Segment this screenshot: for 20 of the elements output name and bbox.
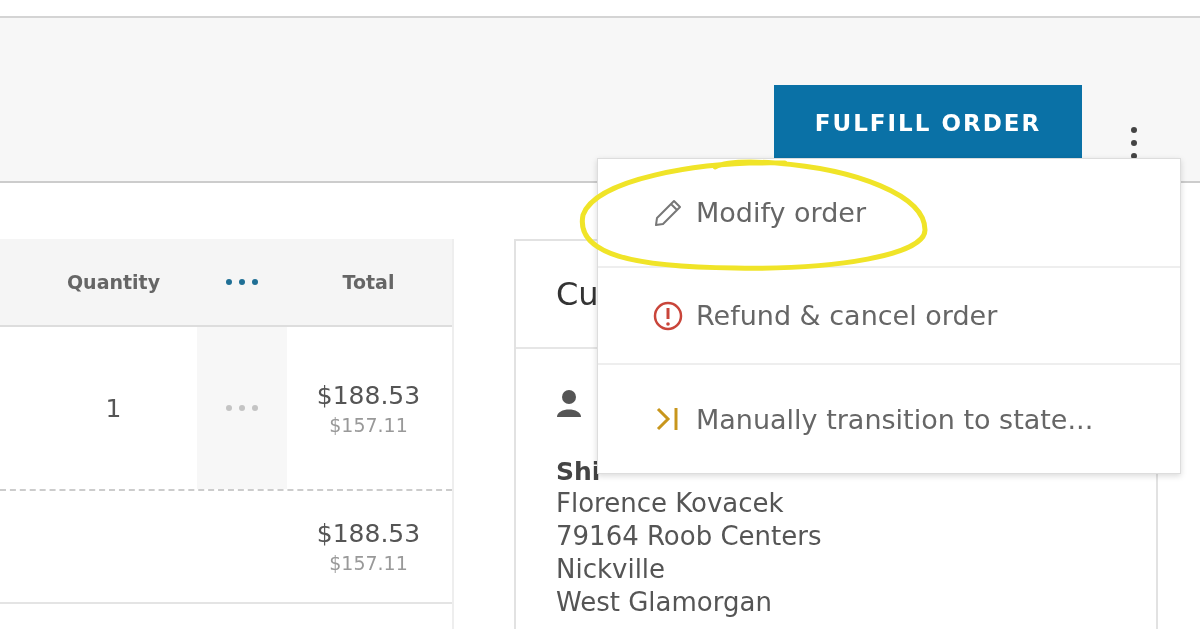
address-line: Florence Kovacek (556, 487, 785, 520)
menu-item[interactable]: Refund & cancel order (598, 268, 1180, 365)
more-menu-icon[interactable] (1130, 126, 1138, 160)
fulfill-order-button[interactable]: FULFILL ORDER (774, 85, 1082, 160)
address-line: West Glamorgan (556, 586, 773, 619)
menu-item[interactable]: Modify order (598, 159, 1180, 268)
total-price: $188.53 (316, 519, 421, 548)
more-icon[interactable] (225, 278, 259, 286)
card-title: Cu (556, 275, 599, 313)
address-line: 79164 Roob Centers (556, 520, 823, 553)
address-line: Nickville (556, 553, 667, 586)
menu-item[interactable]: Manually transition to state... (598, 365, 1180, 473)
person-icon (556, 389, 582, 417)
alert-icon (652, 299, 684, 332)
column-header: Total (342, 271, 395, 293)
column-header: Quantity (66, 271, 161, 293)
net-price: $157.11 (329, 552, 408, 574)
total-price: $188.53 (316, 380, 421, 410)
net-price: $157.11 (329, 413, 408, 436)
quantity-value: 1 (105, 393, 122, 423)
